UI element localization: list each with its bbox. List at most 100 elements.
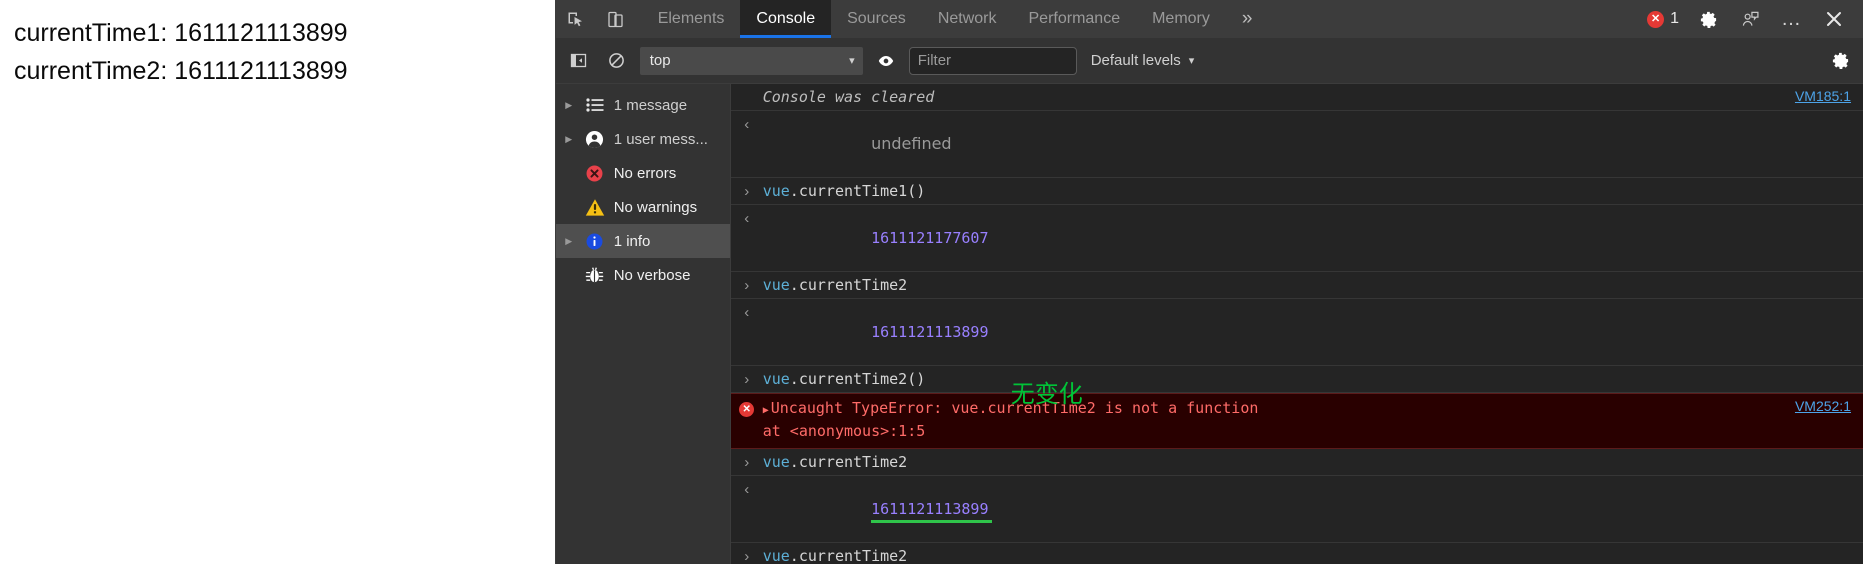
message-text: vue.currentTime2 [763,546,1853,564]
execution-context-select[interactable]: top ▾ [639,46,863,75]
object-token: vue [762,547,790,564]
console-result-value: ‹ 1611121177607 [730,205,1863,272]
console-error-message: ✕ ▶ Uncaught TypeError: vue.currentTime2 … [730,393,1863,449]
message-text: vue.currentTime2 [763,452,1853,472]
object-token: vue [762,182,790,200]
console-sidebar-toggle-icon[interactable] [564,46,594,76]
live-expression-icon[interactable] [871,46,901,76]
console-input-expression: › vue.currentTime1() [730,178,1863,205]
result-arrow-icon: ‹ [744,481,750,498]
object-token: vue [762,370,790,388]
sidebar-item-label: 1 info [613,232,651,250]
verbose-icon [580,266,610,284]
expression-token: .currentTime2 [789,276,908,294]
tab-console[interactable]: Console [740,0,832,38]
info-icon [580,232,610,251]
user-icon [580,130,610,149]
more-options-icon[interactable]: … [1773,0,1811,38]
error-line-2: at <anonymous>:1:5 [762,422,926,440]
gear-icon[interactable] [1689,0,1727,38]
message-gutter: ‹ [731,114,763,134]
console-result-value: ‹ 1611121113899 [730,299,1863,366]
object-token: vue [762,276,790,294]
screen: currentTime1: 1611121113899 currentTime2… [0,0,1863,564]
error-count-label: 1 [1670,10,1679,27]
sidebar-item-errors[interactable]: No errors [556,156,730,190]
expression-token: .currentTime2 [789,453,908,471]
sidebar-item-warnings[interactable]: No warnings [556,190,730,224]
sidebar-item-user-messages[interactable]: ▶ 1 user mess... [556,122,730,156]
sidebar-item-label: No errors [613,164,677,182]
message-text: undefined [763,114,1853,174]
console-filter-bar: top ▾ Default levels ▾ [555,38,1863,84]
number-value: 1611121113899 [871,500,993,523]
devtools-tabs: Elements Console Sources Network Perform… [642,0,1226,38]
number-value: 1611121113899 [871,323,989,341]
devtools-panel: Elements Console Sources Network Perform… [554,0,1863,564]
list-icon [580,98,610,112]
source-link[interactable]: VM252:1 [1795,398,1851,414]
expression-token: .currentTime2 [789,547,908,564]
input-arrow-icon: › [744,548,750,564]
console-settings-gear-icon[interactable] [1825,46,1855,76]
sidebar-item-label: 1 user mess... [613,130,708,148]
message-gutter: ‹ [731,208,763,228]
message-text: vue.currentTime2() [763,369,1853,389]
message-text: 1611121113899 [763,302,1853,362]
input-arrow-icon: › [744,454,750,471]
message-text: Console was cleared [762,88,935,106]
chevron-down-icon: ▾ [849,55,855,67]
tab-network[interactable]: Network [922,0,1013,38]
clear-console-icon[interactable] [602,46,632,76]
message-gutter: ‹ [731,302,763,322]
filter-input[interactable] [908,46,1077,75]
source-link[interactable]: VM185:1 [1795,88,1851,104]
execution-context-value: top [649,52,671,69]
more-tabs-icon[interactable]: » [1226,0,1269,38]
error-count-badge[interactable]: ✕ 1 [1641,10,1685,28]
input-arrow-icon: › [744,371,750,388]
console-input-expression: › vue.currentTime2() [730,366,1863,393]
device-toolbar-icon[interactable] [596,0,636,38]
message-gutter: › [731,546,763,564]
twisty-icon[interactable]: ▶ [558,100,580,111]
message-gutter: › [731,369,763,389]
log-levels-dropdown[interactable]: Default levels ▾ [1085,52,1201,69]
console-input-expression: › vue.currentTime2 [730,272,1863,299]
error-icon: ✕ [739,402,755,417]
number-value: 1611121177607 [871,229,989,247]
twisty-icon[interactable]: ▶ [558,236,580,247]
sidebar-item-label: No verbose [613,266,691,284]
expand-triangle-icon[interactable]: ▶ [763,405,769,416]
console-sidebar: ▶ 1 message ▶ 1 user mess... No errors N… [555,84,731,564]
result-arrow-icon: ‹ [744,304,750,321]
close-icon[interactable] [1815,0,1853,38]
log-levels-label: Default levels [1090,52,1181,69]
error-line-1: Uncaught TypeError: vue.currentTime2 is … [770,399,1259,417]
tab-sources[interactable]: Sources [831,0,922,38]
inspect-element-icon[interactable] [556,0,596,38]
input-arrow-icon: › [744,183,750,200]
warning-icon [580,198,610,217]
console-message-list[interactable]: Console was cleared VM185:1 ‹ undefined … [730,84,1863,564]
message-gutter: › [731,275,763,295]
sidebar-item-info[interactable]: ▶ 1 info [555,224,730,258]
tab-elements[interactable]: Elements [642,0,741,38]
tab-memory[interactable]: Memory [1136,0,1226,38]
message-text: 1611121113899 [763,479,1853,539]
console-body: ▶ 1 message ▶ 1 user mess... No errors N… [555,84,1863,564]
input-arrow-icon: › [744,277,750,294]
message-gutter: › [731,181,763,201]
twisty-icon[interactable]: ▶ [558,134,580,145]
message-gutter: › [731,452,763,472]
error-icon: ✕ [1647,10,1665,28]
sidebar-item-verbose[interactable]: No verbose [556,258,730,292]
feedback-icon[interactable] [1731,0,1769,38]
tab-performance[interactable]: Performance [1013,0,1137,38]
console-input-expression: › vue.currentTime2 [730,449,1863,476]
sidebar-item-label: 1 message [613,96,688,114]
console-result-undefined: ‹ undefined [730,111,1863,178]
error-icon [580,164,610,183]
web-page-content: currentTime1: 1611121113899 currentTime2… [0,0,555,564]
sidebar-item-messages[interactable]: ▶ 1 message [556,88,730,122]
